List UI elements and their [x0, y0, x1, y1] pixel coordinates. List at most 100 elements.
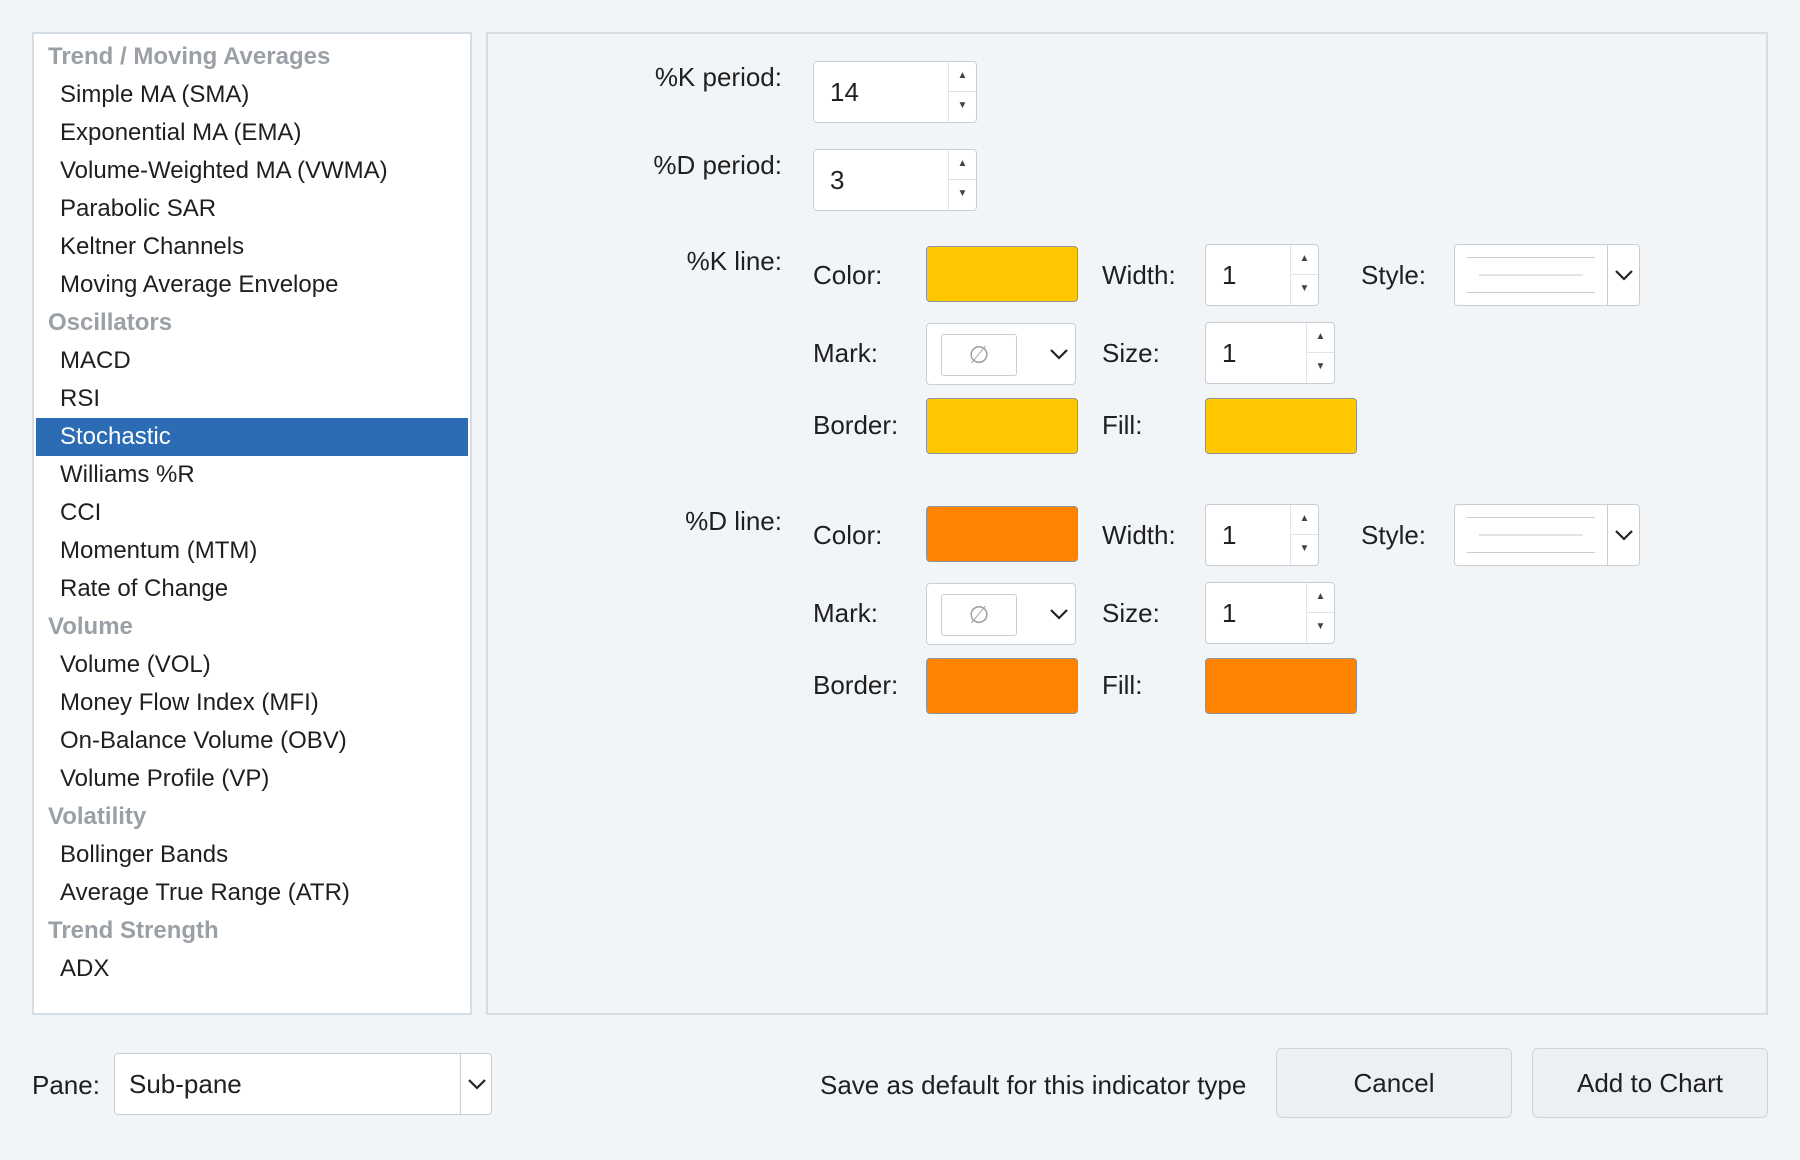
d-width-label: Width:	[1102, 520, 1176, 550]
settings-panel: %K period: 14 ▲ ▼ %D period: 3 ▲ ▼ %K li…	[486, 32, 1768, 1015]
line-style-preview	[1467, 517, 1595, 553]
list-item[interactable]: Parabolic SAR	[36, 190, 468, 228]
k-color-label: Color:	[813, 260, 883, 290]
k-width-spinner[interactable]: 1 ▲ ▼	[1205, 244, 1319, 306]
k-period-stepper[interactable]: ▲ ▼	[948, 62, 976, 122]
k-size-label: Size:	[1102, 338, 1160, 368]
list-item[interactable]: Volume (VOL)	[36, 646, 468, 684]
list-item[interactable]: MACD	[36, 342, 468, 380]
list-item[interactable]: RSI	[36, 380, 468, 418]
list-item[interactable]: Volume-Weighted MA (VWMA)	[36, 152, 468, 190]
d-width-value[interactable]: 1	[1222, 505, 1236, 565]
list-item[interactable]: Stochastic	[36, 418, 468, 456]
d-period-label: %D period:	[653, 150, 782, 180]
list-item[interactable]: Keltner Channels	[36, 228, 468, 266]
pane-label: Pane:	[32, 1070, 100, 1100]
list-item[interactable]: Simple MA (SMA)	[36, 76, 468, 114]
chevron-down-icon[interactable]	[1607, 505, 1639, 565]
pane-select-chevron[interactable]	[458, 1053, 492, 1115]
d-size-spinner[interactable]: 1 ▲ ▼	[1205, 582, 1335, 644]
d-style-label: Style:	[1361, 520, 1427, 550]
d-size-value[interactable]: 1	[1222, 583, 1236, 643]
list-item[interactable]: Average True Range (ATR)	[36, 874, 468, 912]
increment-arrow-icon[interactable]: ▲	[1291, 245, 1318, 275]
increment-arrow-icon[interactable]: ▲	[1291, 505, 1318, 535]
k-border-swatch[interactable]	[926, 398, 1078, 454]
list-category: Volume	[48, 613, 133, 640]
d-color-swatch[interactable]	[926, 506, 1078, 562]
list-item[interactable]: CCI	[36, 494, 468, 532]
list-item[interactable]: Bollinger Bands	[36, 836, 468, 874]
d-mark-label: Mark:	[813, 598, 878, 628]
d-style-dropdown[interactable]	[1454, 504, 1640, 566]
chevron-down-icon[interactable]	[1043, 584, 1075, 644]
line-style-preview	[1467, 257, 1595, 293]
increment-arrow-icon[interactable]: ▲	[1307, 323, 1334, 353]
d-period-stepper[interactable]: ▲ ▼	[948, 150, 976, 210]
decrement-arrow-icon[interactable]: ▼	[949, 180, 976, 210]
d-size-stepper[interactable]: ▲ ▼	[1306, 583, 1334, 643]
k-style-label: Style:	[1361, 260, 1427, 290]
k-mark-label: Mark:	[813, 338, 878, 368]
k-width-stepper[interactable]: ▲ ▼	[1290, 245, 1318, 305]
d-period-value[interactable]: 3	[830, 150, 844, 210]
d-fill-swatch[interactable]	[1205, 658, 1357, 714]
list-item[interactable]: ADX	[36, 950, 468, 988]
list-item[interactable]: Moving Average Envelope	[36, 266, 468, 304]
k-size-value[interactable]: 1	[1222, 323, 1236, 383]
d-size-label: Size:	[1102, 598, 1160, 628]
pane-select[interactable]: Sub-pane	[114, 1053, 492, 1115]
increment-arrow-icon[interactable]: ▲	[949, 62, 976, 92]
k-width-value[interactable]: 1	[1222, 245, 1236, 305]
chevron-down-icon[interactable]	[1043, 324, 1075, 384]
decrement-arrow-icon[interactable]: ▼	[1307, 353, 1334, 383]
k-size-stepper[interactable]: ▲ ▼	[1306, 323, 1334, 383]
decrement-arrow-icon[interactable]: ▼	[1307, 613, 1334, 643]
decrement-arrow-icon[interactable]: ▼	[949, 92, 976, 122]
increment-arrow-icon[interactable]: ▲	[949, 150, 976, 180]
list-item[interactable]: Money Flow Index (MFI)	[36, 684, 468, 722]
d-border-swatch[interactable]	[926, 658, 1078, 714]
cancel-button[interactable]: Cancel	[1276, 1048, 1512, 1118]
list-item[interactable]: Exponential MA (EMA)	[36, 114, 468, 152]
list-item[interactable]: Momentum (MTM)	[36, 532, 468, 570]
none-symbol-icon: ∅	[941, 334, 1017, 376]
list-category: Trend Strength	[48, 917, 219, 944]
d-fill-label: Fill:	[1102, 670, 1143, 700]
d-color-label: Color:	[813, 520, 883, 550]
list-item[interactable]: Volume Profile (VP)	[36, 760, 468, 798]
list-item[interactable]: Williams %R	[36, 456, 468, 494]
k-width-label: Width:	[1102, 260, 1176, 290]
k-style-dropdown[interactable]	[1454, 244, 1640, 306]
k-period-spinner[interactable]: 14 ▲ ▼	[813, 61, 977, 123]
k-color-swatch[interactable]	[926, 246, 1078, 302]
list-item[interactable]: On-Balance Volume (OBV)	[36, 722, 468, 760]
list-item[interactable]: Rate of Change	[36, 570, 468, 608]
k-size-spinner[interactable]: 1 ▲ ▼	[1205, 322, 1335, 384]
d-width-stepper[interactable]: ▲ ▼	[1290, 505, 1318, 565]
decrement-arrow-icon[interactable]: ▼	[1291, 535, 1318, 565]
k-mark-dropdown[interactable]: ∅	[926, 323, 1076, 385]
k-line-label: %K line:	[686, 246, 782, 276]
none-symbol-icon: ∅	[941, 594, 1017, 636]
d-period-spinner[interactable]: 3 ▲ ▼	[813, 149, 977, 211]
k-fill-swatch[interactable]	[1205, 398, 1357, 454]
k-fill-label: Fill:	[1102, 410, 1143, 440]
list-category: Trend / Moving Averages	[48, 43, 331, 70]
list-category: Oscillators	[48, 309, 173, 336]
chevron-down-icon[interactable]	[1607, 245, 1639, 305]
list-category: Volatility	[48, 803, 147, 830]
k-border-label: Border:	[813, 410, 899, 440]
d-width-spinner[interactable]: 1 ▲ ▼	[1205, 504, 1319, 566]
d-line-label: %D line:	[685, 506, 782, 536]
k-period-value[interactable]: 14	[830, 62, 859, 122]
decrement-arrow-icon[interactable]: ▼	[1291, 275, 1318, 305]
save-default-option[interactable]: Save as default for this indicator type	[820, 1070, 1246, 1101]
d-border-label: Border:	[813, 670, 899, 700]
pane-select-value: Sub-pane	[129, 1069, 242, 1099]
indicator-list[interactable]: Trend / Moving Averages Simple MA (SMA) Ex…	[32, 32, 472, 1015]
add-to-chart-button[interactable]: Add to Chart	[1532, 1048, 1768, 1118]
d-mark-dropdown[interactable]: ∅	[926, 583, 1076, 645]
increment-arrow-icon[interactable]: ▲	[1307, 583, 1334, 613]
chevron-down-icon[interactable]	[460, 1053, 492, 1115]
